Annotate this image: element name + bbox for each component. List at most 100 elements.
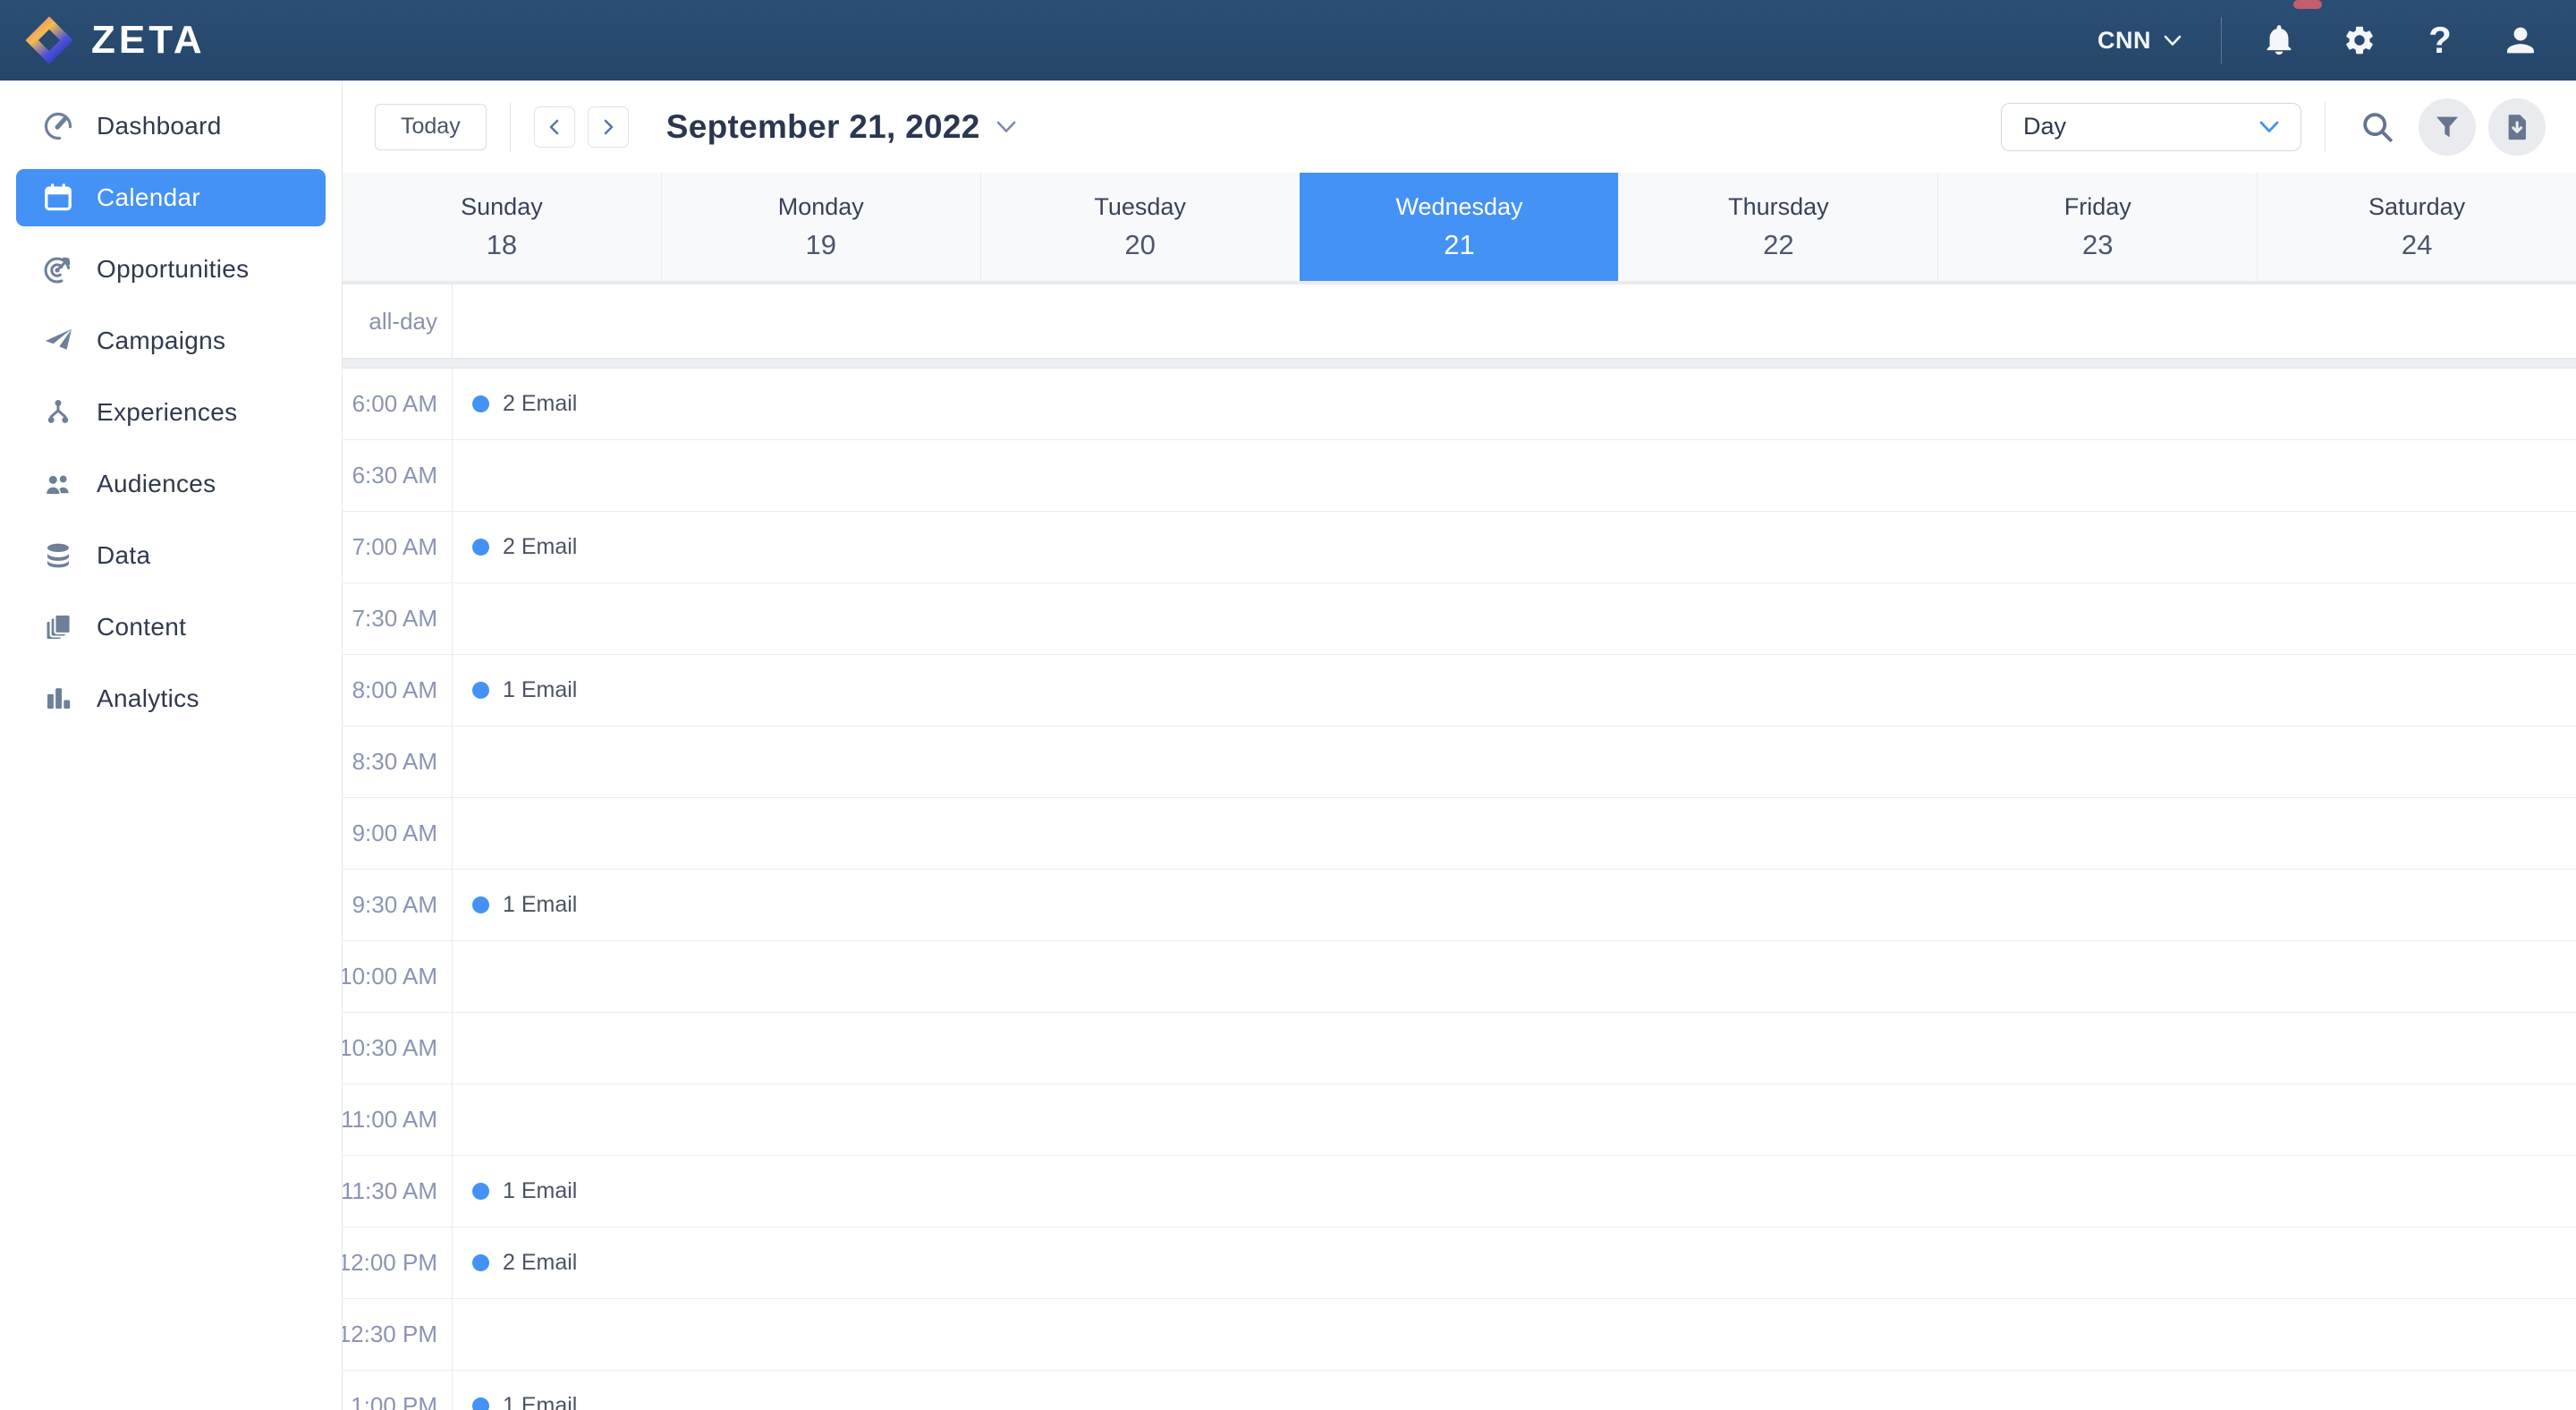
day-header-wednesday[interactable]: Wednesday 21 — [1300, 173, 1619, 281]
date-title: September 21, 2022 — [666, 108, 980, 146]
sidebar-item-label: Dashboard — [97, 112, 222, 140]
help-icon[interactable]: ? — [2422, 22, 2458, 58]
profile-icon[interactable] — [2503, 22, 2538, 58]
time-slot-cell[interactable] — [452, 583, 2576, 654]
grid-separator — [343, 358, 2576, 369]
all-day-label: all-day — [369, 308, 437, 336]
top-navigation-bar: ZETA CNN ? — [0, 0, 2576, 81]
day-number: 23 — [2082, 229, 2113, 261]
event-label: 1 Email — [503, 1393, 577, 1410]
time-slot-cell[interactable] — [452, 1299, 2576, 1370]
gear-icon[interactable] — [2342, 22, 2377, 58]
analytics-icon — [41, 682, 75, 716]
event-chip[interactable]: 1 Email — [472, 892, 577, 918]
sidebar-item-dashboard[interactable]: Dashboard — [0, 98, 342, 155]
filter-button[interactable] — [2419, 98, 2476, 156]
all-day-cell[interactable] — [452, 285, 2576, 358]
account-label: CNN — [2097, 27, 2151, 55]
time-slot-row: 6:30 AM — [343, 440, 2576, 512]
view-select[interactable]: Day — [2001, 103, 2301, 151]
day-header-thursday[interactable]: Thursday 22 — [1618, 173, 1937, 281]
topbar-divider — [2221, 17, 2222, 64]
all-day-gutter: all-day — [343, 285, 452, 358]
day-name: Saturday — [2368, 193, 2465, 221]
brand: ZETA — [23, 14, 206, 66]
slot-time-label: 11:30 AM — [343, 1156, 452, 1227]
time-slot-cell[interactable] — [452, 941, 2576, 1012]
time-slot-cell[interactable]: 1 Email — [452, 870, 2576, 940]
event-chip[interactable]: 1 Email — [472, 677, 577, 703]
time-slot-cell[interactable]: 1 Email — [452, 1156, 2576, 1227]
event-dot-icon — [472, 682, 489, 699]
time-slot-cell[interactable]: 1 Email — [452, 1371, 2576, 1410]
next-day-button[interactable] — [588, 106, 629, 148]
prev-day-button[interactable] — [534, 106, 575, 148]
time-slot-cell[interactable] — [452, 1013, 2576, 1083]
all-day-row: all-day — [343, 285, 2576, 358]
toolbar-divider — [2325, 102, 2326, 152]
opportunities-icon — [41, 252, 75, 286]
question-mark-glyph: ? — [2428, 21, 2452, 59]
sidebar-item-opportunities[interactable]: Opportunities — [0, 241, 342, 298]
sidebar-item-content[interactable]: Content — [0, 599, 342, 656]
day-header-saturday[interactable]: Saturday 24 — [2257, 173, 2576, 281]
event-dot-icon — [472, 539, 489, 556]
calendar-toolbar: Today September 21, 2022 Day — [343, 81, 2576, 173]
slot-time-label: 1:00 PM — [343, 1371, 452, 1410]
chevron-down-icon — [996, 121, 1016, 133]
time-slot-row: 6:00 AM 2 Email — [343, 369, 2576, 440]
slot-time-label: 7:30 AM — [343, 583, 452, 654]
account-selector[interactable]: CNN — [2097, 27, 2182, 55]
file-download-icon — [2502, 112, 2532, 142]
today-button[interactable]: Today — [375, 104, 487, 150]
time-slot-cell[interactable]: 2 Email — [452, 512, 2576, 582]
time-slot-row: 7:30 AM — [343, 583, 2576, 655]
sidebar-item-data[interactable]: Data — [0, 527, 342, 584]
event-label: 2 Email — [503, 391, 577, 417]
sidebar-item-label: Content — [97, 613, 186, 641]
slot-time-label: 6:00 AM — [343, 369, 452, 439]
time-slot-cell[interactable] — [452, 798, 2576, 869]
day-header-monday[interactable]: Monday 19 — [661, 173, 980, 281]
sidebar-item-audiences[interactable]: Audiences — [0, 455, 342, 513]
data-icon — [41, 539, 75, 573]
slot-time-label: 10:00 AM — [343, 941, 452, 1012]
sidebar-item-campaigns[interactable]: Campaigns — [0, 312, 342, 369]
time-slot-cell[interactable] — [452, 726, 2576, 797]
notification-badge — [2293, 0, 2322, 9]
bell-icon[interactable] — [2261, 22, 2297, 58]
slot-time-label: 11:00 AM — [343, 1084, 452, 1155]
day-header-sunday[interactable]: Sunday 18 — [343, 173, 661, 281]
sidebar-item-label: Calendar — [97, 183, 200, 212]
time-slot-cell[interactable] — [452, 1084, 2576, 1155]
day-name: Sunday — [461, 193, 543, 221]
time-slot-row: 8:00 AM 1 Email — [343, 655, 2576, 726]
sidebar-item-label: Analytics — [97, 684, 199, 713]
time-slot-cell[interactable] — [452, 440, 2576, 511]
chevron-right-icon — [600, 119, 616, 135]
event-chip[interactable]: 2 Email — [472, 534, 577, 560]
day-header-friday[interactable]: Friday 23 — [1937, 173, 2257, 281]
search-button[interactable] — [2349, 98, 2406, 156]
event-chip[interactable]: 2 Email — [472, 1250, 577, 1276]
export-button[interactable] — [2488, 98, 2546, 156]
time-slot-cell[interactable]: 2 Email — [452, 1227, 2576, 1298]
event-chip[interactable]: 1 Email — [472, 1178, 577, 1204]
day-name: Friday — [2064, 193, 2131, 221]
sidebar-item-label: Campaigns — [97, 327, 225, 355]
sidebar-item-calendar[interactable]: Calendar — [16, 169, 326, 226]
event-label: 1 Email — [503, 1178, 577, 1204]
date-title-dropdown[interactable]: September 21, 2022 — [666, 108, 1016, 146]
sidebar-item-analytics[interactable]: Analytics — [0, 670, 342, 727]
time-slot-row: 10:30 AM — [343, 1013, 2576, 1084]
chevron-down-icon — [2259, 121, 2279, 133]
chevron-left-icon — [547, 119, 563, 135]
time-slot-cell[interactable]: 1 Email — [452, 655, 2576, 726]
event-chip[interactable]: 2 Email — [472, 391, 577, 417]
sidebar-item-experiences[interactable]: Experiences — [0, 384, 342, 441]
sidebar-item-label: Audiences — [97, 470, 216, 498]
time-slot-cell[interactable]: 2 Email — [452, 369, 2576, 439]
day-header-tuesday[interactable]: Tuesday 20 — [980, 173, 1300, 281]
sidebar-item-label: Opportunities — [97, 255, 249, 284]
event-chip[interactable]: 1 Email — [472, 1393, 577, 1410]
